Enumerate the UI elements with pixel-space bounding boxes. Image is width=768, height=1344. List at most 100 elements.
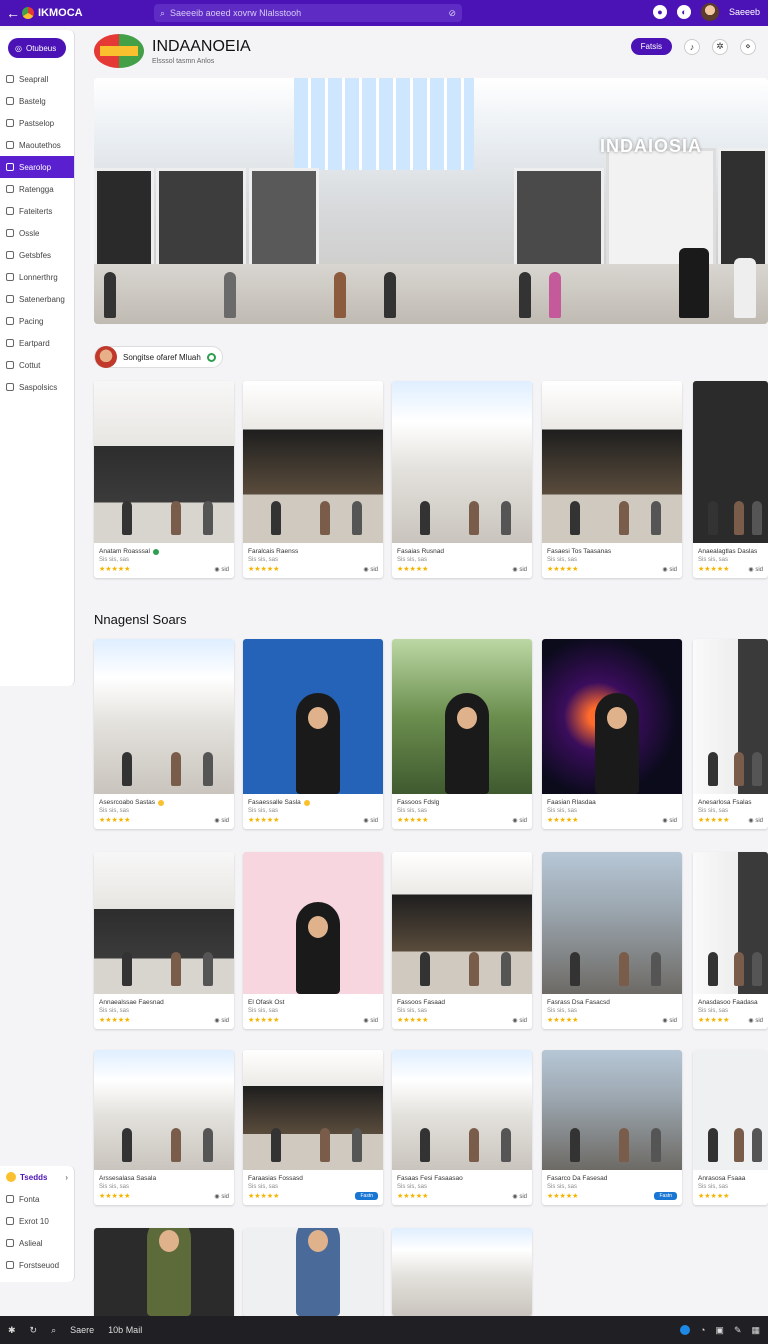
card-meta: ◉ sid <box>363 1017 378 1024</box>
sidebar-item-icon <box>6 1217 14 1225</box>
store-card[interactable]: Fasaesi Tos Taasanas Sis sis, sas ★★★★★ ◉ s… <box>542 381 682 578</box>
brand-title: INDAANOEIA <box>152 37 251 55</box>
shopper <box>122 752 132 786</box>
store-card[interactable]: Fasarco Da Fasesad Sis sis, sas ★★★★★ Fastn <box>542 1050 682 1205</box>
network-icon[interactable] <box>679 1325 690 1335</box>
store-card[interactable]: Anesarlosa Fsalas Sis sis, sas ★★★★★ ◉ sid <box>693 639 768 829</box>
sidebar-item[interactable]: Eartpard <box>0 332 74 354</box>
shopper <box>122 952 132 986</box>
store-card[interactable]: Fassoos Fasaad Sis sis, sas ★★★★★ ◉ sid <box>392 852 532 1029</box>
settings-icon[interactable]: ◐ <box>676 5 691 19</box>
sidebar-item[interactable]: Seaprall <box>0 68 74 90</box>
card-image <box>392 381 532 543</box>
sidebar-item[interactable]: Lonnerthrg <box>0 266 74 288</box>
sidebar-item[interactable]: Getsbfes <box>0 244 74 266</box>
photo-tile[interactable] <box>94 1228 234 1316</box>
taskbar-extra[interactable]: 10b Mail <box>108 1325 142 1335</box>
photo-tile[interactable] <box>243 1228 383 1316</box>
card-footer: ★★★★★ ◉ sid <box>392 1192 532 1205</box>
gear-icon[interactable]: ✲ <box>712 38 728 55</box>
app-logo[interactable]: IKMOCA <box>22 7 83 19</box>
tool-icon[interactable]: ✎ <box>734 1325 742 1336</box>
curator-chip[interactable]: Songitse ofaref Mluah <box>94 346 223 368</box>
sidebar-item-icon <box>6 251 14 259</box>
more-icon[interactable]: ⋄ <box>740 38 756 55</box>
store-card[interactable]: Anatam Roasssal Sis sis, sas ★★★★★ ◉ sid <box>94 381 234 578</box>
user-name[interactable]: Saeeeb <box>729 7 760 17</box>
sidebar-secondary-item[interactable]: Exrot 10 <box>0 1210 74 1232</box>
sidebar-item[interactable]: Pastselop <box>0 112 74 134</box>
search-bar[interactable]: ⌕ Saeeeib aoeed xovrw Nlalsstooh ⊘ <box>154 4 462 22</box>
start-icon[interactable]: ✱ <box>8 1325 16 1336</box>
card-title: Faralcais Raenss <box>248 548 299 555</box>
sidebar-item[interactable]: Fateiterts <box>0 200 74 222</box>
card-title: Faraasias Fossasd <box>248 1175 303 1182</box>
store-card[interactable]: Asesrcoabo Sastas Sis sis, sas ★★★★★ ◉ sid <box>94 639 234 829</box>
card-subtitle: Sis sis, sas <box>547 1184 578 1190</box>
card-title: Anesarlosa Fsalas <box>698 799 752 806</box>
card-badge[interactable]: Fastn <box>654 1192 677 1200</box>
shopper <box>203 501 214 535</box>
card-title: Anasdasoo Faadasa <box>698 999 758 1006</box>
shopper <box>734 258 756 318</box>
store-card[interactable]: Fasaessalle Sasla Sis sis, sas ★★★★★ ◉ sid <box>243 639 383 829</box>
clock-icon[interactable]: ◔ <box>700 1325 705 1335</box>
hero-image: INDAIOSIA <box>94 78 768 324</box>
store-card[interactable]: Fasaias Rusnad Sis sis, sas ★★★★★ ◉ sid <box>392 381 532 578</box>
header-button[interactable]: Fatsis <box>630 38 672 55</box>
notification-icon[interactable]: ● <box>652 5 667 19</box>
grid-icon[interactable]: ▦ <box>751 1325 760 1336</box>
card-caption: Fasaias Rusnad <box>392 543 532 555</box>
user-avatar[interactable] <box>700 3 719 21</box>
shopper <box>469 952 479 986</box>
sidebar-item-label: Pastselop <box>19 118 55 128</box>
store-card[interactable]: Annaealssae Faesnad Sis sis, sas ★★★★★ ◉ si… <box>94 852 234 1029</box>
store-card[interactable]: Anasdasoo Faadasa Sis sis, sas ★★★★★ ◉ sid <box>693 852 768 1029</box>
sidebar-secondary-title: Tsedds <box>20 1172 48 1182</box>
sidebar-secondary-item[interactable]: Aslieal <box>0 1232 74 1254</box>
clear-icon[interactable]: ⊘ <box>448 8 456 19</box>
store-card[interactable]: Faasian Rlasdaa Sis sis, sas ★★★★★ ◉ sid <box>542 639 682 829</box>
taskbar-search[interactable]: Saere <box>70 1325 94 1335</box>
sidebar-secondary-header[interactable]: Tsedds › <box>0 1166 74 1188</box>
card-subtitle: Sis sis, sas <box>248 808 279 814</box>
face <box>308 1230 329 1252</box>
shopper <box>708 501 718 535</box>
card-caption: Anrasosa Fsaaa <box>693 1170 768 1182</box>
store-card[interactable]: Anaealagtlas Daslas Sis sis, sas ★★★★★ ◉ si… <box>693 381 768 578</box>
store-card[interactable]: Anrasosa Fsaaa Sis sis, sas ★★★★★ <box>693 1050 768 1205</box>
sidebar-item[interactable]: Satenerbang <box>0 288 74 310</box>
sidebar-item[interactable]: Cottut <box>0 354 74 376</box>
refresh-icon[interactable]: ↻ <box>30 1325 38 1336</box>
sidebar-item[interactable]: Searolop <box>0 156 74 178</box>
store-card[interactable]: Arssesalasa Sasala Sis sis, sas ★★★★★ ◉ sid <box>94 1050 234 1205</box>
sidebar-item-icon <box>6 1239 14 1247</box>
sidebar-item[interactable]: Pacing <box>0 310 74 332</box>
card-image <box>243 381 383 543</box>
window-icon[interactable]: ▣ <box>715 1325 724 1336</box>
taskbar-search-icon[interactable]: ⌕ <box>51 1325 56 1336</box>
sidebar-item[interactable]: Bastelg <box>0 90 74 112</box>
back-arrow-icon[interactable]: ← <box>6 5 22 21</box>
sidebar-item[interactable]: Ratengga <box>0 178 74 200</box>
shopper <box>203 952 214 986</box>
bell-icon[interactable]: ♪ <box>684 38 700 55</box>
card-title: Anaealagtlas Daslas <box>698 548 758 555</box>
card-subtitle: Sis sis, sas <box>99 1008 130 1014</box>
store-card[interactable]: El Ofask Ost Sis sis, sas ★★★★★ ◉ sid <box>243 852 383 1029</box>
store-card[interactable]: Faralcais Raenss Sis sis, sas ★★★★★ ◉ sid <box>243 381 383 578</box>
search-input[interactable]: Saeeeib aoeed xovrw Nlalsstooh <box>170 8 301 18</box>
store-card[interactable]: Fasrass Dsa Fasacsd Sis sis, sas ★★★★★ ◉ si… <box>542 852 682 1029</box>
sidebar-item[interactable]: Saspolsics <box>0 376 74 398</box>
store-card[interactable]: Fassoos Fdslg Sis sis, sas ★★★★★ ◉ sid <box>392 639 532 829</box>
store-card[interactable]: Fasaas Fesi Fasaasao Sis sis, sas ★★★★★ ◉ s… <box>392 1050 532 1205</box>
sidebar-item[interactable]: Maoutethos <box>0 134 74 156</box>
store-card[interactable]: Faraasias Fossasd Sis sis, sas ★★★★★ Fastn <box>243 1050 383 1205</box>
sidebar-primary-button[interactable]: ◎ Otubeus <box>8 38 66 58</box>
card-badge[interactable]: Fastn <box>355 1192 378 1200</box>
sidebar-secondary-item[interactable]: Forstseuod <box>0 1254 74 1276</box>
photo-tile[interactable] <box>392 1228 532 1316</box>
sidebar-secondary-item[interactable]: Fonta <box>0 1188 74 1210</box>
sidebar-item[interactable]: Ossle <box>0 222 74 244</box>
rating-stars: ★★★★★ <box>698 1017 730 1024</box>
